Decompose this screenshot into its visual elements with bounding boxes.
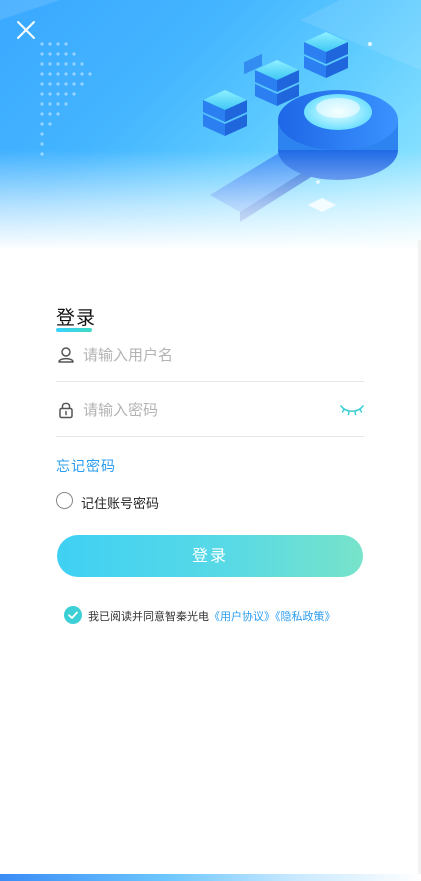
page-title: 登录 — [56, 307, 97, 329]
password-field — [56, 386, 364, 437]
agreement-text: 我已阅读并同意智秦光电《用户协议》《隐私政策》 — [88, 608, 336, 624]
lock-icon — [59, 402, 73, 419]
user-agreement-link[interactable]: 《用户协议》 — [209, 610, 275, 623]
remember-radio-icon[interactable] — [56, 492, 73, 509]
username-input[interactable] — [83, 341, 333, 369]
header-illustration — [0, 0, 421, 250]
check-icon — [68, 611, 78, 619]
login-button[interactable]: 登录 — [57, 535, 363, 577]
agreement-prefix: 我已阅读并同意智秦光电 — [88, 610, 209, 623]
header-fade — [0, 150, 421, 250]
agreement-checkbox[interactable] — [64, 606, 82, 624]
eye-closed-icon[interactable] — [340, 402, 364, 418]
username-field — [56, 331, 364, 382]
privacy-policy-link[interactable]: 《隐私政策》 — [275, 610, 336, 623]
password-input[interactable] — [83, 396, 333, 424]
bottom-accent-bar — [0, 874, 421, 881]
close-button[interactable] — [14, 18, 38, 42]
forgot-password-link[interactable]: 忘记密码 — [56, 456, 116, 476]
close-icon — [17, 21, 35, 39]
user-icon — [58, 347, 74, 363]
remember-label: 记住账号密码 — [81, 497, 160, 512]
agreement-row: 我已阅读并同意智秦光电《用户协议》《隐私政策》 — [64, 606, 364, 626]
